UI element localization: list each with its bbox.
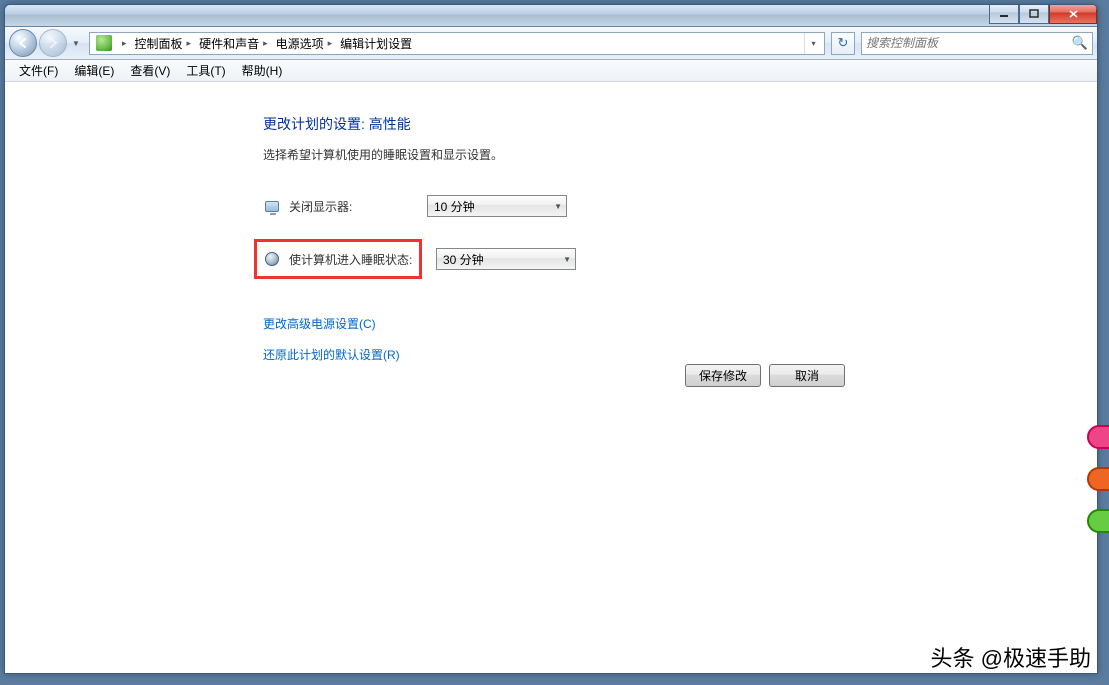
breadcrumb-label: 控制面板 xyxy=(135,35,183,52)
breadcrumb-root[interactable]: ▸ xyxy=(116,33,133,54)
breadcrumb-label: 电源选项 xyxy=(276,35,324,52)
watermark: 头条 @极速手助 xyxy=(931,641,1091,673)
display-off-value: 10 分钟 xyxy=(434,198,554,215)
search-box[interactable]: 🔍 xyxy=(861,32,1093,55)
maximize-button[interactable] xyxy=(1019,4,1049,24)
highlight-annotation: 使计算机进入睡眠状态: xyxy=(254,239,422,279)
sleep-value: 30 分钟 xyxy=(443,251,563,268)
chevron-down-icon: ▼ xyxy=(563,255,571,264)
breadcrumb-item[interactable]: 硬件和声音▸ xyxy=(197,33,274,54)
display-off-row: 关闭显示器: 10 分钟 ▼ xyxy=(263,195,1097,217)
side-pill-green[interactable] xyxy=(1087,509,1109,533)
side-widgets xyxy=(1087,425,1109,533)
menu-bar: 文件(F) 编辑(E) 查看(V) 工具(T) 帮助(H) xyxy=(5,60,1097,82)
sleep-icon xyxy=(263,250,281,268)
advanced-settings-link[interactable]: 更改高级电源设置(C) xyxy=(263,315,1097,332)
breadcrumb-item[interactable]: 控制面板▸ xyxy=(133,33,198,54)
menu-edit[interactable]: 编辑(E) xyxy=(66,60,122,81)
minimize-button[interactable] xyxy=(989,4,1019,24)
menu-help[interactable]: 帮助(H) xyxy=(234,60,291,81)
side-pill-orange[interactable] xyxy=(1087,467,1109,491)
back-button[interactable] xyxy=(9,29,37,57)
page-subtext: 选择希望计算机使用的睡眠设置和显示设置。 xyxy=(263,146,1097,163)
sleep-dropdown[interactable]: 30 分钟 ▼ xyxy=(436,248,576,270)
address-bar[interactable]: ▸ 控制面板▸ 硬件和声音▸ 电源选项▸ 编辑计划设置 ▾ xyxy=(89,32,825,55)
window-controls xyxy=(989,4,1097,24)
close-button[interactable] xyxy=(1049,4,1097,24)
search-input[interactable] xyxy=(866,36,1072,50)
control-panel-icon xyxy=(96,35,112,51)
links-section: 更改高级电源设置(C) 还原此计划的默认设置(R) xyxy=(263,315,1097,363)
forward-button[interactable] xyxy=(39,29,67,57)
sleep-label: 使计算机进入睡眠状态: xyxy=(289,251,413,268)
page-heading: 更改计划的设置: 高性能 xyxy=(263,114,1097,134)
breadcrumb-item[interactable]: 编辑计划设置 xyxy=(338,33,414,54)
monitor-icon xyxy=(263,197,281,215)
display-off-label: 关闭显示器: xyxy=(289,198,419,215)
titlebar[interactable] xyxy=(5,5,1097,27)
sleep-row: 使计算机进入睡眠状态: 30 分钟 ▼ xyxy=(263,239,1097,279)
breadcrumb-label: 编辑计划设置 xyxy=(340,35,412,52)
control-panel-window: ▼ ▸ 控制面板▸ 硬件和声音▸ 电源选项▸ 编辑计划设置 ▾ ↻ 🔍 文件(F… xyxy=(4,4,1098,674)
menu-file[interactable]: 文件(F) xyxy=(11,60,66,81)
content-area: 更改计划的设置: 高性能 选择希望计算机使用的睡眠设置和显示设置。 关闭显示器:… xyxy=(5,82,1097,673)
save-button[interactable]: 保存修改 xyxy=(685,364,761,387)
refresh-button[interactable]: ↻ xyxy=(831,32,855,55)
search-icon[interactable]: 🔍 xyxy=(1072,35,1088,51)
chevron-down-icon: ▼ xyxy=(554,202,562,211)
button-row: 保存修改 取消 xyxy=(685,364,845,387)
breadcrumb-label: 硬件和声音 xyxy=(199,35,259,52)
navigation-bar: ▼ ▸ 控制面板▸ 硬件和声音▸ 电源选项▸ 编辑计划设置 ▾ ↻ 🔍 xyxy=(5,27,1097,60)
address-dropdown[interactable]: ▾ xyxy=(804,33,822,54)
restore-defaults-link[interactable]: 还原此计划的默认设置(R) xyxy=(263,346,1097,363)
menu-view[interactable]: 查看(V) xyxy=(122,60,178,81)
menu-tools[interactable]: 工具(T) xyxy=(178,60,233,81)
side-pill-pink[interactable] xyxy=(1087,425,1109,449)
nav-history-dropdown[interactable]: ▼ xyxy=(69,31,83,55)
breadcrumb-item[interactable]: 电源选项▸ xyxy=(274,33,339,54)
cancel-button[interactable]: 取消 xyxy=(769,364,845,387)
display-off-dropdown[interactable]: 10 分钟 ▼ xyxy=(427,195,567,217)
